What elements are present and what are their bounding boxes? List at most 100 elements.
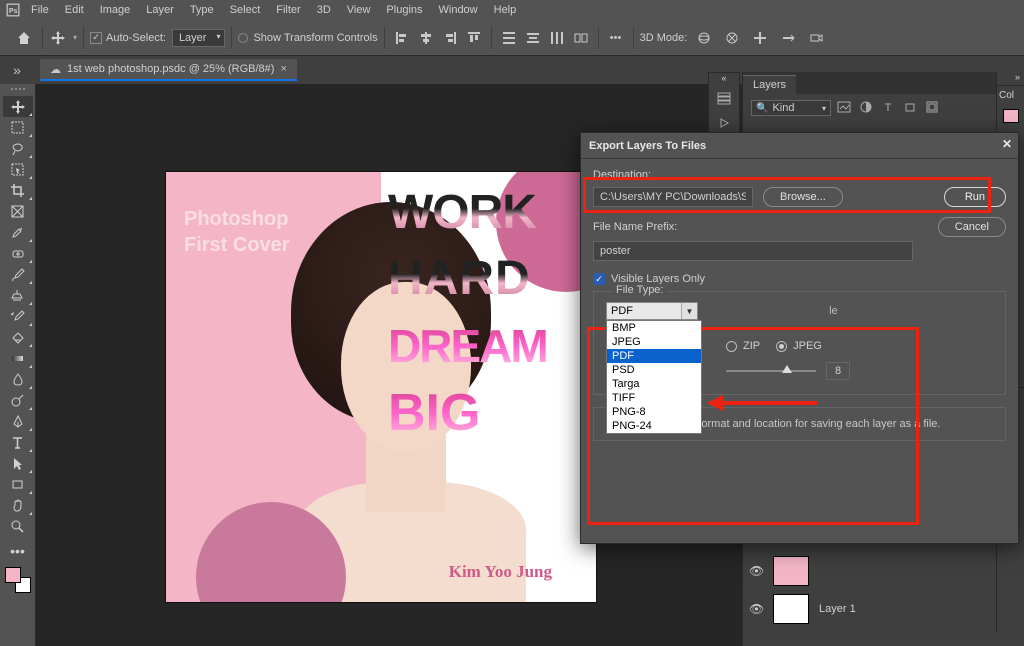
align-center-h-icon[interactable]	[415, 27, 437, 49]
move-tool[interactable]	[3, 96, 33, 117]
layer-row[interactable]: 👁	[743, 552, 1024, 590]
camera-3d-icon[interactable]	[805, 27, 827, 49]
home-button[interactable]	[12, 26, 36, 50]
align-right-icon[interactable]	[439, 27, 461, 49]
clone-stamp-tool[interactable]	[3, 285, 33, 306]
foreground-swatch[interactable]	[5, 567, 21, 583]
close-icon[interactable]: ✕	[1002, 137, 1012, 151]
brush-tool[interactable]	[3, 264, 33, 285]
file-type-option[interactable]: PNG-8	[607, 405, 701, 419]
filter-shape-icon[interactable]	[901, 101, 919, 116]
layer-thumbnail[interactable]	[773, 594, 809, 624]
encoding-zip-radio[interactable]: ZIP	[726, 340, 760, 352]
align-group	[391, 27, 485, 49]
menu-help[interactable]: Help	[486, 2, 525, 18]
color-tab-collapsed[interactable]: Col	[997, 86, 1024, 105]
hand-tool[interactable]	[3, 495, 33, 516]
layer-name[interactable]: Layer 1	[819, 603, 856, 615]
crop-tool[interactable]	[3, 180, 33, 201]
file-type-option[interactable]: PNG-24	[607, 419, 701, 433]
dodge-tool[interactable]	[3, 390, 33, 411]
menu-type[interactable]: Type	[182, 2, 222, 18]
distribute-vcenter-icon[interactable]	[522, 27, 544, 49]
quality-value[interactable]: 8	[826, 362, 850, 380]
edit-toolbar[interactable]: •••	[3, 540, 33, 561]
menu-select[interactable]: Select	[222, 2, 269, 18]
gradient-tool[interactable]	[3, 348, 33, 369]
object-select-tool[interactable]	[3, 159, 33, 180]
destination-input[interactable]	[593, 187, 753, 207]
history-panel-icon[interactable]	[709, 87, 739, 111]
show-transform-checkbox[interactable]	[238, 33, 248, 43]
marquee-tool[interactable]	[3, 117, 33, 138]
menu-edit[interactable]: Edit	[57, 2, 92, 18]
visibility-icon[interactable]: 👁	[749, 564, 763, 578]
visible-only-checkbox[interactable]: ✓	[593, 273, 605, 285]
menu-layer[interactable]: Layer	[138, 2, 182, 18]
pan-3d-icon[interactable]	[749, 27, 771, 49]
file-type-select[interactable]: PDF ▼	[606, 302, 698, 320]
type-tool[interactable]	[3, 432, 33, 453]
file-type-option[interactable]: PSD	[607, 363, 701, 377]
align-left-icon[interactable]	[391, 27, 413, 49]
encoding-jpeg-radio[interactable]: JPEG	[776, 340, 822, 352]
eraser-tool[interactable]	[3, 327, 33, 348]
file-type-option[interactable]: JPEG	[607, 335, 701, 349]
document-tab[interactable]: ☁ 1st web photoshop.psdc @ 25% (RGB/8#) …	[40, 59, 297, 81]
menu-image[interactable]: Image	[92, 2, 139, 18]
color-swatches[interactable]	[5, 567, 31, 593]
roll-3d-icon[interactable]	[721, 27, 743, 49]
filter-pixel-icon[interactable]	[835, 101, 853, 116]
file-type-option[interactable]: PDF	[607, 349, 701, 363]
layer-thumbnail[interactable]	[773, 556, 809, 586]
filter-smart-icon[interactable]	[923, 101, 941, 116]
quality-slider[interactable]	[726, 370, 816, 372]
file-type-option[interactable]: Targa	[607, 377, 701, 391]
zoom-tool[interactable]	[3, 516, 33, 537]
close-tab-icon[interactable]: ×	[280, 63, 286, 75]
auto-select-target-dropdown[interactable]: Layer	[172, 29, 226, 47]
arrange-docs-icon[interactable]: »	[6, 59, 28, 81]
file-type-option[interactable]: BMP	[607, 321, 701, 335]
healing-tool[interactable]	[3, 243, 33, 264]
dock-collapse-icon[interactable]: «	[709, 73, 739, 87]
filter-adjust-icon[interactable]	[857, 101, 875, 116]
visibility-icon[interactable]: 👁	[749, 602, 763, 616]
layers-tab[interactable]: Layers	[743, 75, 796, 94]
layer-row[interactable]: 👁 Layer 1	[743, 590, 1024, 628]
fg-color-mini-swatch[interactable]	[997, 105, 1024, 127]
toolbar-handle[interactable]	[3, 88, 33, 94]
filter-type-icon[interactable]: T	[879, 102, 897, 114]
menu-window[interactable]: Window	[431, 2, 486, 18]
dialog-title-bar[interactable]: Export Layers To Files ✕	[581, 133, 1018, 159]
distribute-h-icon[interactable]	[546, 27, 568, 49]
menu-view[interactable]: View	[339, 2, 379, 18]
frame-tool[interactable]	[3, 201, 33, 222]
menu-filter[interactable]: Filter	[268, 2, 308, 18]
browse-button[interactable]: Browse...	[763, 187, 843, 207]
orbit-3d-icon[interactable]	[693, 27, 715, 49]
menu-3d[interactable]: 3D	[309, 2, 339, 18]
lasso-tool[interactable]	[3, 138, 33, 159]
distribute-top-icon[interactable]	[498, 27, 520, 49]
file-type-option[interactable]: TIFF	[607, 391, 701, 405]
more-options-icon[interactable]: •••	[605, 27, 627, 49]
rectangle-tool[interactable]	[3, 474, 33, 495]
pen-tool[interactable]	[3, 411, 33, 432]
menu-file[interactable]: File	[23, 2, 57, 18]
prefix-input[interactable]	[593, 241, 913, 261]
run-button[interactable]: Run	[944, 187, 1006, 207]
filter-kind-dropdown[interactable]: 🔍Kind▾	[751, 100, 831, 116]
slide-3d-icon[interactable]	[777, 27, 799, 49]
history-brush-tool[interactable]	[3, 306, 33, 327]
align-top-icon[interactable]	[463, 27, 485, 49]
canvas[interactable]: Photoshop First Cover WORK HARD DREAM BI…	[166, 172, 596, 602]
distribute-auto-icon[interactable]	[570, 27, 592, 49]
menu-plugins[interactable]: Plugins	[378, 2, 430, 18]
auto-select-checkbox[interactable]: ✓	[90, 32, 102, 44]
collapse-panels-icon[interactable]: »	[997, 72, 1024, 86]
cancel-button[interactable]: Cancel	[938, 217, 1006, 237]
eyedropper-tool[interactable]	[3, 222, 33, 243]
path-select-tool[interactable]	[3, 453, 33, 474]
blur-tool[interactable]	[3, 369, 33, 390]
